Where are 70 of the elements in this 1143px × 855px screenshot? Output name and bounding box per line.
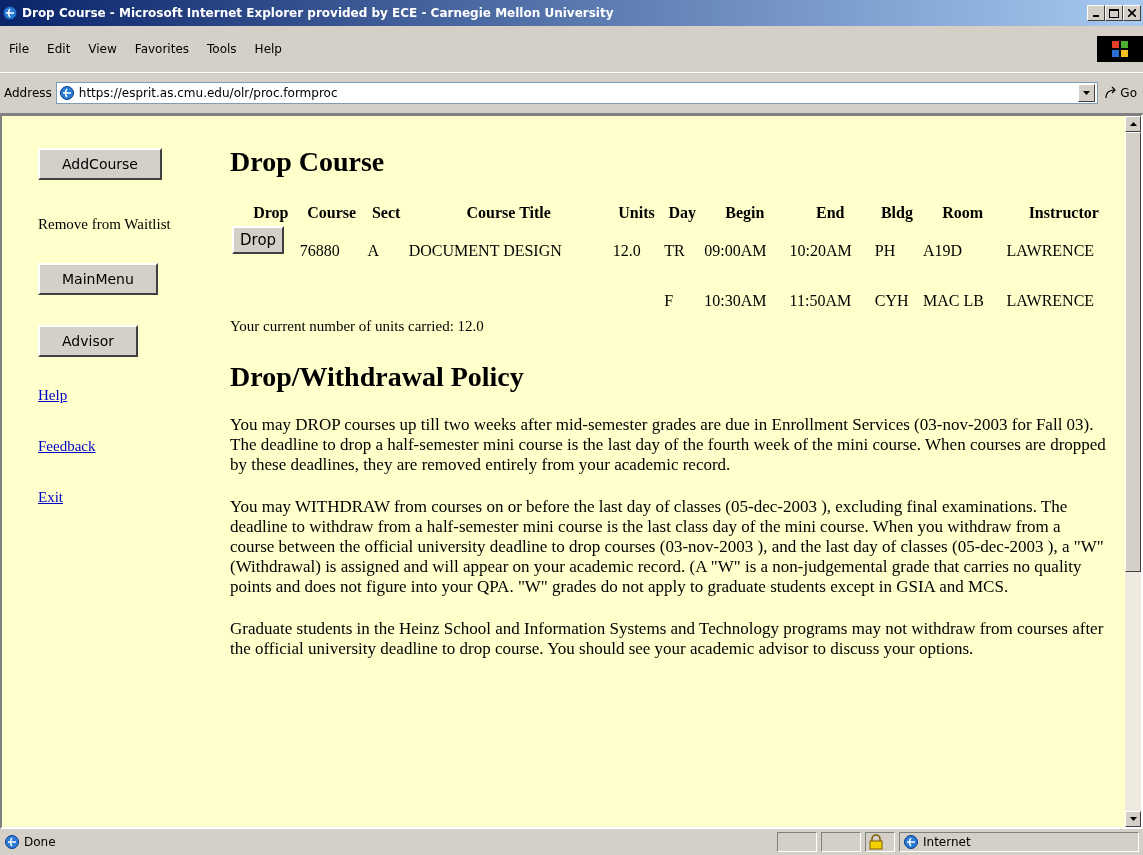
- nav-button[interactable]: Advisor: [38, 325, 138, 357]
- scroll-down-icon[interactable]: [1129, 817, 1137, 821]
- table-cell: A19D: [922, 242, 963, 259]
- column-header: Course: [307, 204, 357, 221]
- close-button[interactable]: [1123, 5, 1141, 21]
- nav-button[interactable]: MainMenu: [38, 263, 158, 295]
- column-header: Day: [668, 204, 697, 221]
- address-label: Address: [4, 86, 52, 100]
- table-cell: 09:00AM: [704, 242, 767, 259]
- table-cell: LAWRENCE: [1006, 242, 1095, 259]
- windows-logo-icon: [1111, 40, 1129, 58]
- browser-globe-icon: [4, 834, 20, 850]
- status-pane: [821, 832, 861, 852]
- browser-globe-icon: [2, 5, 18, 21]
- table-cell: 12.0: [612, 242, 641, 259]
- table-cell: LAWRENCE: [1006, 292, 1095, 309]
- menu-item[interactable]: Tools: [198, 42, 246, 56]
- padlock-icon: [869, 834, 883, 850]
- menu-item[interactable]: View: [79, 42, 126, 56]
- status-text: Done: [24, 835, 57, 849]
- nav-text: Remove from Waitlist: [38, 216, 171, 233]
- table-cell: 10:20AM: [789, 242, 852, 259]
- window-title: Drop Course - Microsoft Internet Explorer provided by ECE - Carnegie Mellon University: [22, 6, 615, 20]
- nav-link[interactable]: Help: [38, 387, 68, 404]
- scroll-up-icon[interactable]: [1129, 122, 1137, 126]
- table-cell: 11:50AM: [789, 292, 852, 309]
- column-header: Room: [942, 204, 984, 221]
- minimize-button[interactable]: [1087, 5, 1105, 21]
- menu-item[interactable]: Edit: [38, 42, 80, 56]
- page-heading: Drop Course: [230, 146, 386, 178]
- column-header: Bldg: [880, 204, 913, 221]
- table-cell: A: [367, 242, 380, 259]
- column-header: Sect: [371, 204, 401, 221]
- policy-paragraph: Graduate students in the Heinz School and Information Systems and Technology programs may not withdraw from courses after the official university deadline to drop course. You should see your academic advisor to discuss your options.: [230, 619, 1105, 659]
- maximize-icon: [1109, 8, 1119, 18]
- nav-link[interactable]: Exit: [38, 489, 63, 506]
- address-field[interactable]: https://esprit.as.cmu.edu/olr/proc.formproc: [55, 82, 1099, 104]
- table-cell: DOCUMENT DESIGN: [408, 242, 562, 259]
- policy-paragraph: You may DROP courses up till two weeks after mid-semester grades are due in Enrollment Services (03-nov-2003 for Fall 03). The deadline to drop a half-semester mini course is the last day of the fourth week of the mini course. When courses are dropped by these deadlines, they are removed entirely from your academic record.: [230, 415, 1107, 475]
- nav-link[interactable]: Feedback: [38, 438, 96, 455]
- column-header: Begin: [725, 204, 765, 221]
- go-button[interactable]: Go: [1102, 86, 1139, 100]
- browser-globe-icon: [903, 834, 919, 850]
- column-header: Instructor: [1028, 204, 1099, 221]
- table-cell: F: [664, 292, 674, 309]
- table-cell: 10:30AM: [704, 292, 767, 309]
- column-header: Drop: [253, 204, 289, 221]
- column-header: Course Title: [466, 204, 551, 221]
- status-pane: [777, 832, 817, 852]
- zone-text: Internet: [923, 835, 971, 849]
- table-cell: CYH: [874, 292, 909, 309]
- policy-heading: Drop/Withdrawal Policy: [230, 361, 525, 393]
- menu-item[interactable]: File: [0, 42, 39, 56]
- policy-paragraph: You may WITHDRAW from courses on or before the last day of classes (05-dec-2003 ), excluding final examinations. The deadline to withdraw from a half-semester mini course is the last class day of the mini course. When you withdraw from a course between the official university deadline to drop courses (03-nov-2003 ), and the last day of classes (05-dec-2003 ), a "W" (Withdrawal) is assigned and will appear on your academic record. (A "W" is a non-judgemental grade that carries no quality points and does not figure into your QPA. "W" grades do not apply to graduate students except in GSIA and MCS.: [230, 497, 1105, 597]
- table-cell: TR: [664, 242, 685, 259]
- column-header: End: [815, 204, 845, 221]
- nav-button[interactable]: AddCourse: [38, 148, 162, 180]
- menu-item[interactable]: Favorites: [125, 42, 199, 56]
- column-header: Units: [618, 204, 655, 221]
- table-cell: 76880: [299, 242, 340, 259]
- close-icon: [1128, 9, 1136, 17]
- scrollbar[interactable]: [1125, 116, 1141, 827]
- units-note: Your current number of units carried: 12.0: [230, 318, 485, 335]
- maximize-button[interactable]: [1105, 5, 1123, 21]
- browser-globe-icon: [58, 85, 75, 101]
- table-cell: PH: [874, 242, 896, 259]
- menu-item[interactable]: Help: [245, 42, 291, 56]
- dropdown-arrow-icon: [1083, 91, 1091, 95]
- table-cell: MAC LB: [922, 292, 984, 309]
- drop-button[interactable]: Drop: [232, 226, 285, 254]
